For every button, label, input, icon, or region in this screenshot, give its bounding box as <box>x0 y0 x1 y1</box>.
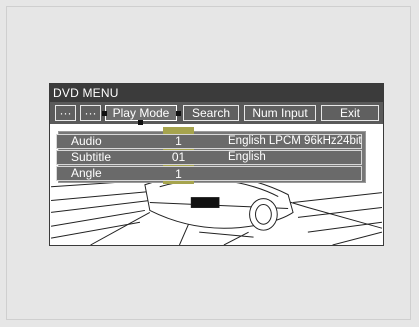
search-button[interactable]: Search <box>183 105 239 121</box>
selection-corner-marker <box>102 111 107 116</box>
exit-button[interactable]: Exit <box>321 105 379 121</box>
selection-corner-marker <box>176 111 181 116</box>
menu-bar: ··· ··· Play Mode Search Num Input Exit <box>50 102 383 125</box>
subtitle-row[interactable]: Subtitle English <box>56 150 362 165</box>
angle-number[interactable]: 1 <box>163 168 194 181</box>
subtitle-value: English <box>228 151 266 163</box>
audio-number[interactable]: 1 <box>163 135 194 148</box>
num-input-button[interactable]: Num Input <box>244 105 316 121</box>
audio-label: Audio <box>71 134 102 148</box>
play-mode-button[interactable]: Play Mode <box>105 105 177 121</box>
audio-value: English LPCM 96kHz24bit <box>228 135 362 147</box>
subtitle-label: Subtitle <box>71 150 112 164</box>
angle-row[interactable]: Angle <box>56 166 362 181</box>
menu-more-button-2[interactable]: ··· <box>80 105 101 121</box>
selection-corner-marker <box>138 120 143 125</box>
subtitle-number[interactable]: 01 <box>163 151 194 164</box>
dvd-screen: DVD MENU ··· ··· Play Mode Search Num In… <box>49 83 384 246</box>
audio-row[interactable]: Audio English LPCM 96kHz24bit <box>56 134 362 149</box>
menu-more-button-1[interactable]: ··· <box>55 105 76 121</box>
title-bar: DVD MENU <box>50 84 383 102</box>
angle-label: Angle <box>71 166 102 180</box>
